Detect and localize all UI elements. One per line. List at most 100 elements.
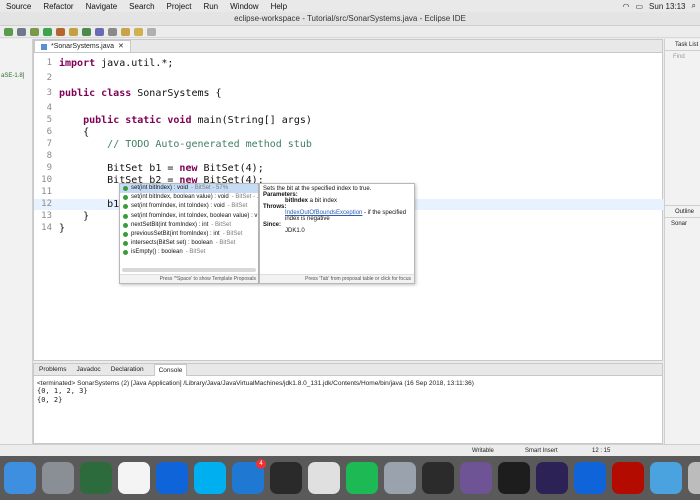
search-tool-icon[interactable] [108, 27, 117, 36]
proposal-item[interactable]: set(int fromIndex, int toIndex, boolean … [120, 212, 258, 221]
line-number: 6 [46, 127, 52, 137]
code-text: import java.util.*; [59, 58, 173, 69]
line-number: 9 [46, 163, 52, 173]
proposal-detail: - BitSet [222, 230, 243, 237]
javadoc-hover: Sets the bit at the specified index to t… [259, 183, 415, 284]
proposal-item[interactable]: isEmpty() : boolean - BitSet [120, 248, 258, 257]
eclipse-icon[interactable] [536, 462, 568, 494]
public-method-icon [123, 195, 128, 201]
proposal-item[interactable]: set(int bitIndex, boolean value) : void … [120, 193, 258, 202]
jre-label: aSE-1.8] [1, 73, 25, 79]
proposal-signature: set(int bitIndex) : void [131, 185, 189, 191]
mission-control-icon[interactable] [80, 462, 112, 494]
window-title: eclipse-workspace - Tutorial/src/SonarSy… [0, 12, 700, 26]
code-line[interactable]: 3 public class SonarSystems { [34, 88, 664, 99]
tab-console[interactable]: Console [153, 363, 188, 376]
code-line[interactable]: 2 [34, 73, 664, 84]
proposal-item[interactable]: intersects(BitSet set) : boolean - BitSe… [120, 239, 258, 248]
xcode-icon[interactable]: 4 [232, 459, 266, 494]
proposal-item[interactable]: set(int fromIndex, int toIndex) : void -… [120, 202, 258, 211]
teamviewer-2-icon[interactable] [574, 462, 606, 494]
code-line[interactable]: 8 [34, 151, 664, 162]
new-package-icon[interactable] [69, 27, 78, 36]
proposal-item[interactable]: previousSetBit(int fromIndex) : int - Bi… [120, 230, 258, 239]
tasklist-title[interactable]: Task List [665, 39, 700, 51]
spotify-icon[interactable] [346, 462, 378, 494]
toolbar [0, 26, 700, 38]
settings-icon[interactable] [384, 462, 416, 494]
remote-desktop-icon[interactable] [270, 462, 302, 494]
back-icon[interactable] [134, 27, 143, 36]
clock[interactable]: Sun 13:13 [649, 2, 685, 11]
menu-run[interactable]: Run [197, 2, 224, 11]
code-line[interactable]: 9 BitSet b1 = new BitSet(4); [34, 163, 664, 174]
menu-help[interactable]: Help [265, 2, 293, 11]
code-line[interactable]: 4 [34, 103, 664, 114]
tab-problems[interactable]: Problems [39, 366, 66, 373]
menu-navigate[interactable]: Navigate [80, 2, 124, 11]
code-line[interactable]: 6 { [34, 127, 664, 138]
mac-menubar: Source Refactor Navigate Search Project Run Wi… [0, 0, 700, 12]
launchpad-icon[interactable] [42, 462, 74, 494]
chrome-icon[interactable] [308, 462, 340, 494]
proposal-detail: - BitSet - 57% [191, 185, 229, 191]
code-line[interactable]: 7 // TODO Auto-generated method stub [34, 139, 664, 150]
code-line[interactable]: 5 public static void main(String[] args) [34, 115, 664, 126]
code-token: main(String[] args) [191, 115, 312, 126]
code-text: } [59, 223, 65, 234]
proposal-item[interactable]: set(int bitIndex) : void - BitSet - 57% [120, 184, 258, 194]
finder-icon[interactable] [4, 462, 36, 494]
public-method-icon [123, 204, 128, 210]
folder-icon[interactable] [650, 462, 682, 494]
menu-window[interactable]: Window [224, 2, 264, 11]
menu-source[interactable]: Source [0, 2, 37, 11]
run-icon[interactable] [43, 27, 52, 36]
github-icon[interactable] [460, 462, 492, 494]
new-icon[interactable] [4, 27, 13, 36]
java-file-icon [41, 43, 47, 50]
proposal-item[interactable]: nextSetBit(int fromIndex) : int - BitSet [120, 221, 258, 230]
proposal-signature: intersects(BitSet set) : boolean [131, 240, 213, 247]
menu-project[interactable]: Project [161, 2, 198, 11]
code-text: } [59, 211, 89, 222]
code-line[interactable]: 1 import java.util.*; [34, 58, 664, 69]
public-method-icon [123, 213, 128, 219]
teamviewer-icon[interactable] [156, 462, 188, 494]
terminal-icon[interactable] [498, 462, 530, 494]
wifi-icon[interactable]: ◠ [622, 2, 629, 11]
tab-javadoc[interactable]: Javadoc [76, 366, 100, 373]
obs-icon[interactable] [422, 462, 454, 494]
editor-tab-label: *SonarSystems.java [51, 43, 115, 50]
new-class-icon[interactable] [82, 27, 91, 36]
tab-declaration[interactable]: Declaration [111, 366, 144, 373]
outline-item[interactable]: Sonar [665, 218, 700, 230]
external-tools-icon[interactable] [56, 27, 65, 36]
acrobat-icon[interactable] [612, 462, 644, 494]
console-view: Problems Javadoc Declaration Console <termi… [33, 363, 663, 444]
skype-icon[interactable] [194, 462, 226, 494]
line-number: 3 [46, 88, 52, 98]
proposal-detail: - BitSet [185, 249, 206, 256]
close-icon[interactable]: ✕ [118, 41, 124, 52]
slack-icon[interactable] [118, 462, 150, 494]
menu-search[interactable]: Search [123, 2, 160, 11]
search-icon[interactable]: ⌕ [692, 1, 696, 11]
right-panel: Task List Find Outline Sonar [664, 39, 700, 444]
annotation-icon[interactable] [121, 27, 130, 36]
save-icon[interactable] [17, 27, 26, 36]
trash-icon[interactable] [688, 462, 700, 494]
forward-icon[interactable] [147, 27, 156, 36]
proposal-signature: previousSetBit(int fromIndex) : int [131, 230, 220, 237]
open-type-icon[interactable] [95, 27, 104, 36]
find-input[interactable]: Find [665, 51, 700, 63]
editor-tab[interactable]: *SonarSystems.java ✕ [34, 40, 131, 52]
debug-icon[interactable] [30, 27, 39, 36]
proposal-signature: set(int fromIndex, int toIndex, boolean … [131, 212, 258, 219]
battery-icon[interactable]: ▭ [635, 2, 643, 11]
code-token: SonarSystems { [131, 88, 222, 99]
proposal-scrollbar[interactable] [122, 268, 256, 272]
menu-refactor[interactable]: Refactor [37, 2, 79, 11]
console-output-1: {0, 1, 2, 3} [37, 387, 88, 395]
outline-title[interactable]: Outline [665, 206, 700, 218]
